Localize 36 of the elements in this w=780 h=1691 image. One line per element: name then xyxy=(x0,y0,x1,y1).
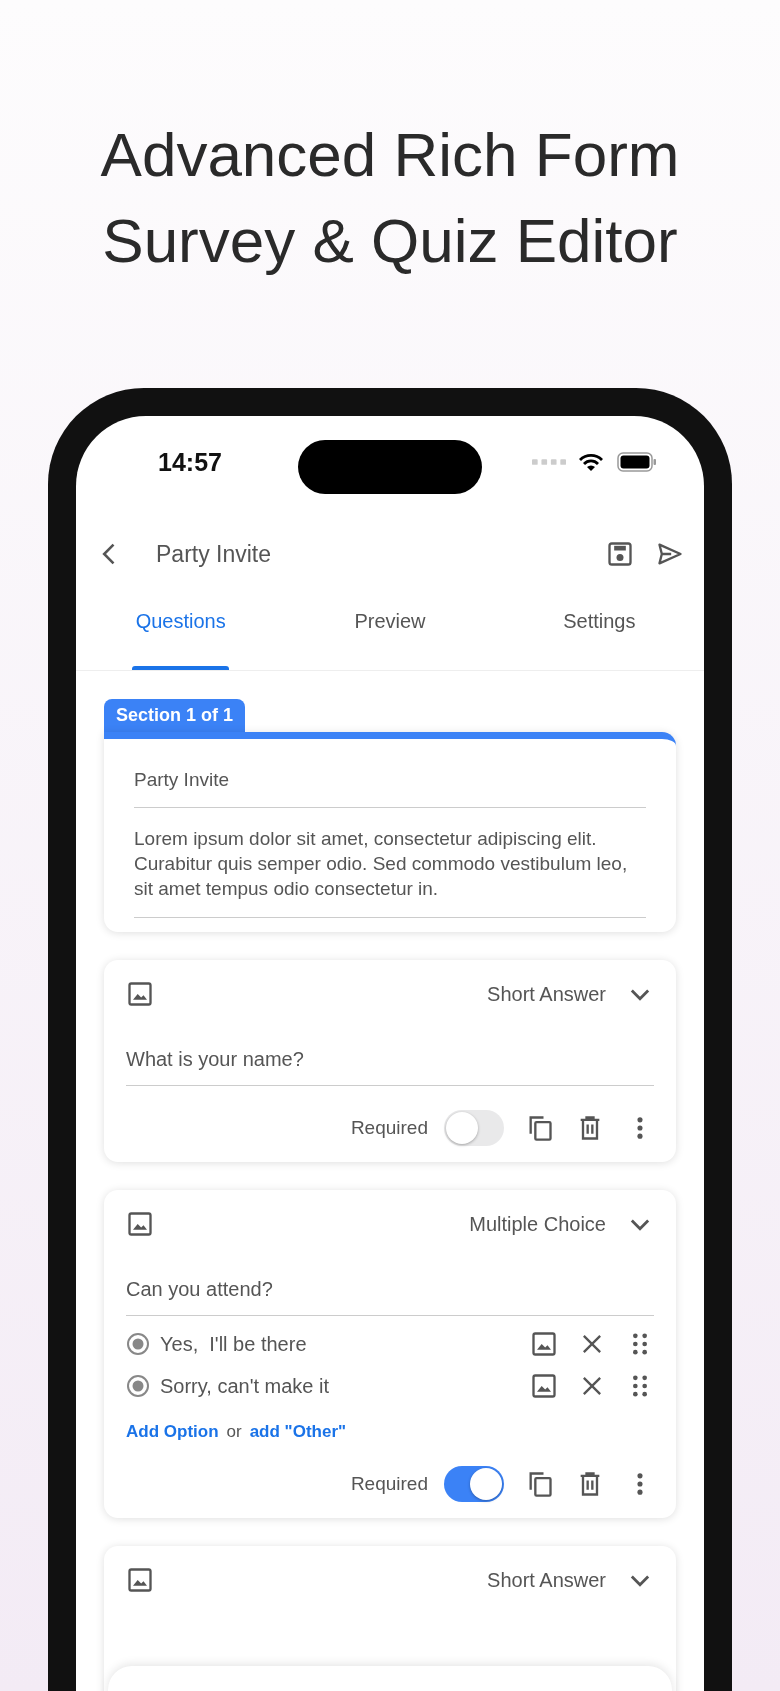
required-label: Required xyxy=(350,1117,428,1139)
signal-icon xyxy=(532,459,566,465)
description-field[interactable]: Lorem ipsum dolor sit amet, consectetur adipiscing elit. Curabitur quis semper odio. Sed commodo vestibulum leo, sit amet tempus odio consectetur in. xyxy=(134,808,646,918)
required-label: Required xyxy=(350,1473,428,1495)
required-toggle[interactable] xyxy=(444,1110,504,1146)
title-field[interactable]: Party Invite xyxy=(134,757,646,808)
headline: Advanced Rich Form xyxy=(100,119,680,191)
question-field[interactable]: What is your name? xyxy=(126,1032,654,1086)
required-toggle[interactable] xyxy=(444,1466,504,1502)
form-title: Party Invite xyxy=(156,540,273,568)
image-icon[interactable] xyxy=(530,1372,558,1400)
image-icon[interactable] xyxy=(126,980,154,1008)
status-time: 14:57 xyxy=(158,447,222,477)
add-option-link[interactable]: Add Option xyxy=(126,1422,219,1442)
image-icon[interactable] xyxy=(126,1566,154,1594)
section-tag: Section 1 of 1 xyxy=(104,699,246,732)
or-text: or xyxy=(226,1422,242,1442)
option-text[interactable]: Sorry, can't make it xyxy=(160,1374,510,1398)
tab[interactable]: Questions xyxy=(76,598,286,670)
tab[interactable]: Preview xyxy=(285,598,495,670)
option-text[interactable]: Yes, I'll be there xyxy=(160,1332,510,1356)
wifi-icon xyxy=(578,452,604,472)
radio-icon xyxy=(126,1332,150,1356)
question-type-dropdown[interactable]: Short Answer xyxy=(487,1568,606,1592)
send-icon[interactable] xyxy=(656,540,684,568)
battery-icon xyxy=(616,452,658,472)
question-type-dropdown[interactable]: Short Answer xyxy=(487,982,606,1006)
question-field[interactable]: Can you attend? xyxy=(126,1262,654,1316)
save-icon[interactable] xyxy=(606,540,634,568)
image-icon[interactable] xyxy=(126,1210,154,1238)
question-type-dropdown[interactable]: Multiple Choice xyxy=(469,1212,606,1236)
radio-icon xyxy=(126,1374,150,1398)
tab[interactable]: Settings xyxy=(494,598,704,670)
add-other-link[interactable]: add "Other" xyxy=(249,1422,347,1442)
image-icon[interactable] xyxy=(530,1330,558,1358)
headline: Survey & Quiz Editor xyxy=(102,205,678,277)
